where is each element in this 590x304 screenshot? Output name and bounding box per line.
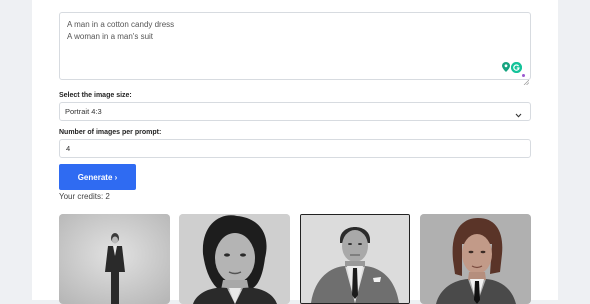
prompt-line-1: A man in a cotton candy dress — [67, 20, 175, 29]
result-image-4[interactable] — [420, 214, 531, 304]
image-size-value: Portrait 4:3 — [65, 107, 102, 116]
credits-text: Your credits: 2 — [59, 192, 110, 201]
image-size-select[interactable]: Portrait 4:3 — [59, 102, 531, 121]
prompt-textarea[interactable]: A man in a cotton candy dress A woman in… — [59, 12, 531, 86]
result-image-3[interactable] — [300, 214, 410, 304]
result-image-2[interactable] — [179, 214, 290, 304]
location-pin-icon[interactable] — [501, 62, 510, 72]
chevron-down-icon — [514, 107, 523, 118]
prompt-text: A man in a cotton candy dress A woman in… — [67, 19, 174, 43]
image-size-label: Select the image size: — [59, 92, 132, 99]
grammarly-icon[interactable] — [511, 62, 522, 73]
images-per-prompt-label: Number of images per prompt: — [59, 129, 162, 136]
prompt-line-2: A woman in a man's suit — [67, 32, 154, 41]
result-image-1[interactable] — [59, 214, 170, 304]
generate-button[interactable]: Generate › — [59, 164, 136, 190]
status-dot — [522, 74, 525, 77]
images-per-prompt-input[interactable]: 4 — [59, 139, 531, 158]
images-per-prompt-value: 4 — [66, 144, 71, 153]
